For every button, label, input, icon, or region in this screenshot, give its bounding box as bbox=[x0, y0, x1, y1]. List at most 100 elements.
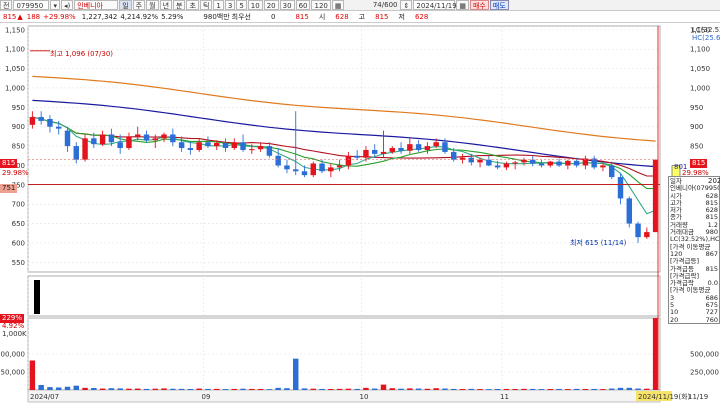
candle-body bbox=[609, 165, 615, 178]
minute-button-0[interactable]: 1 bbox=[213, 0, 224, 10]
volume-bar bbox=[73, 385, 79, 390]
candle-body bbox=[205, 142, 211, 147]
ma60-right: 801 bbox=[674, 163, 688, 171]
period-button-3[interactable]: 분 bbox=[173, 0, 186, 10]
right-top-hc: HC(25.64 bbox=[692, 34, 720, 42]
volume-bar bbox=[503, 388, 510, 390]
vol-tick-label-right: 250,000 bbox=[690, 369, 719, 377]
volume-bar bbox=[372, 388, 378, 390]
quote-open: 628 bbox=[335, 12, 349, 21]
volume-bar bbox=[363, 387, 369, 390]
candle-body bbox=[196, 142, 202, 150]
period-button-4[interactable]: 초 bbox=[186, 0, 199, 10]
period-day[interactable]: 일 bbox=[119, 0, 132, 10]
candle-body bbox=[372, 149, 378, 154]
volume-bar bbox=[47, 387, 53, 390]
stock-name[interactable]: 인베니아 bbox=[74, 0, 119, 10]
quote-change: 188 bbox=[26, 12, 41, 21]
period-button-0[interactable]: 주 bbox=[132, 0, 146, 10]
quote-turnover: 5.29% bbox=[161, 12, 184, 21]
volume-bar bbox=[591, 388, 597, 390]
candle-body bbox=[635, 223, 641, 238]
quote-best-label: 최우선 bbox=[231, 12, 251, 21]
prev-close-left: 751 bbox=[0, 184, 18, 193]
y-tick-label: 650 bbox=[12, 220, 25, 228]
minute-button-7[interactable]: 120 bbox=[311, 0, 331, 10]
period-button-1[interactable]: 월 bbox=[146, 0, 159, 10]
volume-bar bbox=[486, 389, 492, 390]
candle-body bbox=[293, 169, 299, 172]
volume-bar bbox=[451, 388, 457, 390]
minute-button-1[interactable]: 3 bbox=[224, 0, 236, 10]
period-button-2[interactable]: 년 bbox=[159, 0, 173, 10]
quote-low: 628 bbox=[414, 12, 429, 21]
minute-button-2[interactable]: 5 bbox=[236, 0, 247, 10]
minute-button-5[interactable]: 30 bbox=[279, 0, 295, 10]
volume-bar bbox=[635, 388, 641, 390]
minute-button-6[interactable]: 60 bbox=[295, 0, 311, 10]
x-tick-label-end: 11/19 bbox=[688, 393, 708, 401]
candle-body bbox=[433, 142, 439, 147]
candle-body bbox=[301, 171, 308, 176]
candle-body bbox=[538, 163, 545, 166]
candle-body bbox=[380, 151, 387, 154]
date-input[interactable]: 2024/11/19 bbox=[413, 0, 457, 10]
chart-settings-icon[interactable]: ▦ bbox=[331, 0, 345, 10]
y-tick-label: 1,150 bbox=[5, 26, 25, 34]
volume-bar bbox=[354, 388, 360, 390]
data-count: 74/600 bbox=[372, 1, 398, 9]
volume-bar bbox=[609, 388, 615, 390]
code-input[interactable]: 079950 bbox=[13, 0, 50, 10]
volume-bar bbox=[257, 388, 264, 390]
minute-button-4[interactable]: 20 bbox=[263, 0, 279, 10]
quote-open-label: 시 bbox=[318, 12, 326, 21]
candle-body bbox=[284, 165, 290, 170]
candle-body bbox=[47, 118, 53, 127]
candle-body bbox=[117, 142, 123, 149]
candle-body bbox=[363, 149, 369, 158]
candle-body bbox=[442, 142, 448, 152]
candle-body bbox=[556, 161, 562, 166]
y-tick-label-right: 950 bbox=[690, 104, 703, 112]
volume-bar bbox=[29, 360, 36, 390]
candle-body bbox=[249, 149, 255, 151]
info-value: 815 bbox=[705, 264, 718, 273]
volume-bar bbox=[108, 388, 115, 390]
y-tick-label: 1,000 bbox=[5, 84, 25, 92]
volume-bar bbox=[64, 386, 71, 390]
search-icon[interactable]: ▾ bbox=[50, 0, 60, 10]
quote-best-value: 0 bbox=[271, 12, 276, 21]
speaker-icon[interactable]: ◂) bbox=[60, 0, 74, 10]
volume-bar bbox=[389, 388, 395, 390]
candle-body bbox=[275, 155, 281, 166]
candle-body bbox=[29, 117, 36, 125]
volume-bar bbox=[547, 388, 553, 390]
candle-body bbox=[389, 148, 395, 152]
y-tick-label: 550 bbox=[12, 259, 25, 267]
volume-bar bbox=[56, 387, 62, 390]
volume-bar bbox=[328, 388, 334, 390]
quote-high-label: 고 bbox=[358, 12, 366, 21]
y-tick-label: 1,050 bbox=[5, 65, 25, 73]
buy-button[interactable]: 매수 bbox=[469, 0, 489, 10]
candle-body bbox=[328, 167, 334, 172]
side-date: 202 bbox=[708, 177, 720, 185]
volume-bar bbox=[600, 389, 606, 390]
volume-bar bbox=[284, 388, 290, 390]
minute-button-3[interactable]: 10 bbox=[247, 0, 263, 10]
price-chart[interactable]: 1,150 1,1501,100 1,1001,050 1,0501,000 1,000… bbox=[0, 24, 720, 404]
sell-button[interactable]: 매도 bbox=[489, 0, 509, 10]
quote-high: 815 bbox=[375, 12, 389, 21]
market-select[interactable]: 전 bbox=[0, 0, 13, 10]
volume-bar bbox=[494, 388, 501, 390]
volume-bar bbox=[152, 388, 158, 390]
vol-header-3: 1,000K bbox=[2, 330, 27, 338]
price-panel bbox=[27, 25, 661, 273]
candle-body bbox=[126, 136, 132, 149]
calendar-icon[interactable]: ▦ bbox=[456, 0, 469, 10]
current-rate-left: 29.98% bbox=[2, 169, 29, 177]
candle-body bbox=[486, 159, 492, 166]
period-button-5[interactable]: 틱 bbox=[199, 0, 213, 10]
volume-bar bbox=[196, 388, 202, 390]
count-up-icon[interactable]: ⇕ bbox=[400, 0, 413, 10]
